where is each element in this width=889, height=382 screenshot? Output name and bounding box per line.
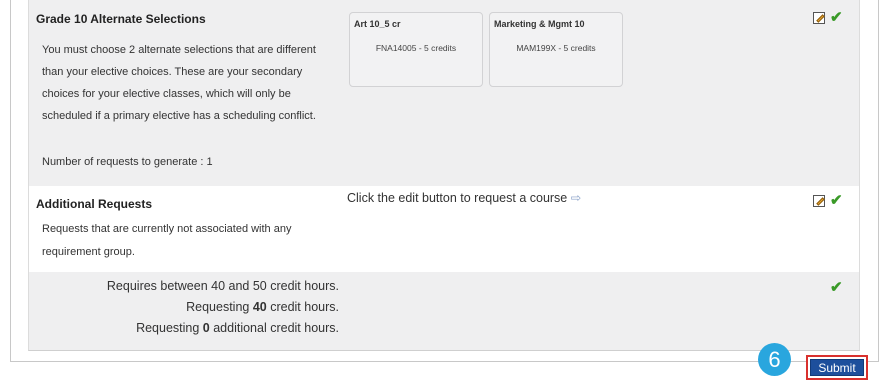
edit-pencil-icon[interactable]: [813, 195, 825, 207]
credit-requesting-value: 40: [252, 300, 267, 314]
grade10-description: You must choose 2 alternate selections t…: [42, 44, 316, 122]
num-requests-label: Number of requests to generate : 1: [42, 156, 213, 168]
request-hint: Click the edit button to request a cours…: [347, 190, 581, 205]
credit-requirement: Requires between 40 and 50 credit hours.: [106, 279, 339, 293]
additional-description: Requests that are currently not associat…: [42, 223, 292, 258]
step-number-badge: 6: [758, 343, 791, 376]
credit-additional-value: 0: [202, 321, 210, 335]
check-icon: ✔: [830, 9, 843, 26]
credit-additional: Requesting 0 additional credit hours.: [136, 321, 339, 335]
course-code: MAM199X - 5 credits: [516, 43, 596, 53]
check-icon: ✔: [830, 279, 843, 296]
course-title: Art 10_5 cr: [354, 19, 401, 29]
check-icon: ✔: [830, 192, 843, 209]
grade10-title: Grade 10 Alternate Selections: [36, 12, 206, 26]
submit-button[interactable]: Submit: [810, 359, 864, 376]
credit-requesting: Requesting 40 credit hours.: [186, 300, 339, 314]
submit-highlight: Submit: [806, 355, 868, 380]
course-card-art[interactable]: Art 10_5 cr FNA14005 - 5 credits: [349, 12, 483, 87]
additional-title: Additional Requests: [36, 197, 153, 211]
edit-pencil-icon[interactable]: [813, 12, 825, 24]
course-card-marketing[interactable]: Marketing & Mgmt 10 MAM199X - 5 credits: [489, 12, 623, 87]
request-hint-text: Click the edit button to request a cours…: [347, 191, 568, 205]
course-code: FNA14005 - 5 credits: [375, 43, 457, 53]
course-title: Marketing & Mgmt 10: [494, 19, 585, 29]
right-arrow-icon: ⇨: [570, 191, 582, 205]
